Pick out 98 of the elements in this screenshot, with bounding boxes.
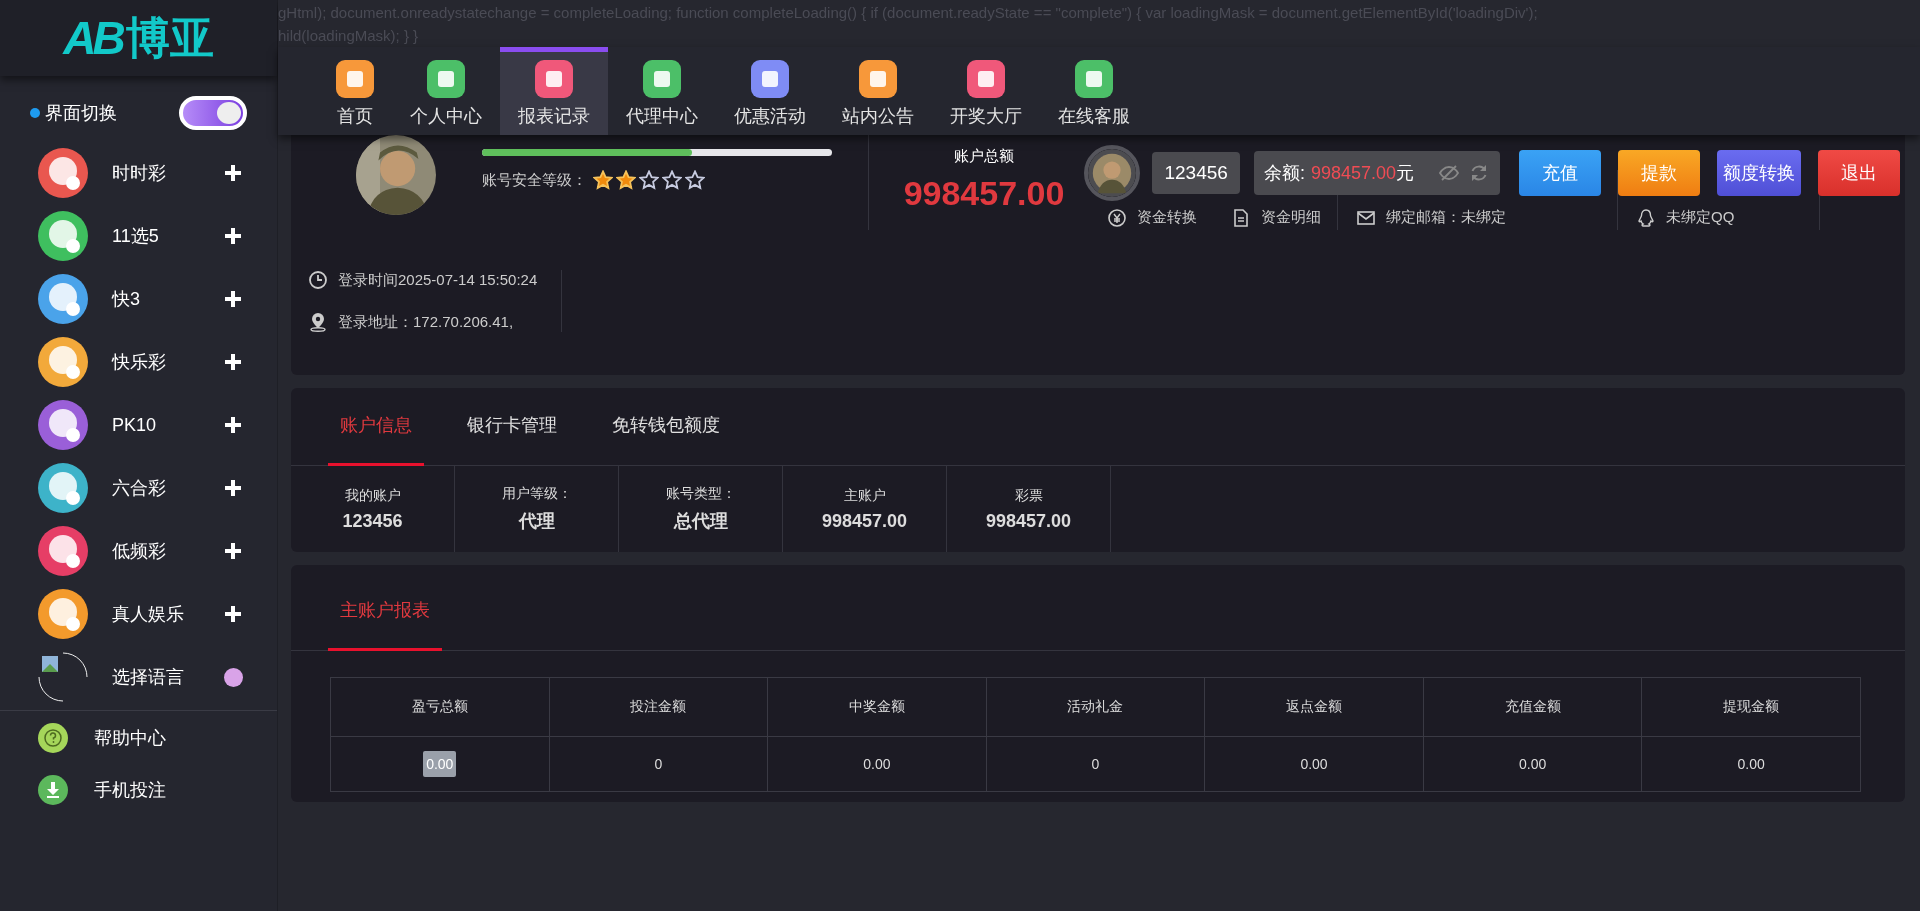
security-level-label: 账号安全等级： xyxy=(482,170,587,190)
star-icon xyxy=(616,170,636,190)
menu-item-label[interactable]: PK10 xyxy=(112,414,225,436)
hide-eye-icon[interactable] xyxy=(1438,163,1460,183)
account-link[interactable]: 资金转换 xyxy=(1137,208,1197,227)
column-header: 盈亏总额 xyxy=(330,677,550,737)
menu-item-label[interactable]: 低频彩 xyxy=(112,539,225,563)
nav-tab[interactable]: 个人中心 xyxy=(392,47,500,135)
column-header: 投注金额 xyxy=(549,677,768,737)
star-icon xyxy=(593,170,613,190)
column-header: 充值金额 xyxy=(1423,677,1642,737)
app-tile-icon xyxy=(1075,59,1113,98)
bullet-icon xyxy=(30,108,40,118)
info-label: 账号类型： xyxy=(665,485,736,503)
app-tile-icon xyxy=(427,59,465,98)
column-header: 中奖金额 xyxy=(767,677,987,737)
total-label: 账户总额 xyxy=(953,147,1015,166)
menu-item-label[interactable]: 时时彩 xyxy=(112,161,225,185)
menu-item-label[interactable]: 11选5 xyxy=(112,224,225,248)
plus-icon[interactable] xyxy=(225,291,241,307)
balance-label: 余额: xyxy=(1263,162,1305,185)
star-icon xyxy=(639,170,659,190)
menu-item-label[interactable]: 快乐彩 xyxy=(112,350,225,374)
theme-switch[interactable] xyxy=(179,96,247,130)
plus-icon[interactable] xyxy=(225,165,241,181)
broken-image-icon xyxy=(38,652,88,702)
info-label: 我的账户 xyxy=(344,486,401,505)
app-tile-icon xyxy=(859,59,897,98)
table-cell: 0.00 xyxy=(767,736,987,792)
logo[interactable]: AB博亚 xyxy=(0,0,277,76)
currency-exchange-icon xyxy=(1107,207,1127,228)
menu-item-label[interactable]: 选择语言 xyxy=(112,665,224,689)
info-value: 代理 xyxy=(518,510,555,533)
plus-icon[interactable] xyxy=(225,417,241,433)
nav-tab[interactable]: 在线客服 xyxy=(1040,47,1148,135)
account-link[interactable]: 未绑定QQ xyxy=(1666,208,1735,227)
plus-icon[interactable] xyxy=(225,228,241,244)
nav-tab[interactable]: 报表记录 xyxy=(500,47,608,135)
app-tile-icon xyxy=(643,59,681,98)
table-cell: 0 xyxy=(549,736,768,792)
document-icon xyxy=(1231,207,1251,228)
help-icon xyxy=(38,723,68,753)
toggle-label: 界面切换 xyxy=(45,102,118,125)
account-link[interactable]: 绑定邮箱：未绑定 xyxy=(1386,208,1506,227)
table-cell: 0.00 xyxy=(1423,736,1642,792)
account-link[interactable]: 资金明细 xyxy=(1261,208,1321,227)
logo-text: 博亚 xyxy=(125,11,214,64)
tab[interactable]: 账户信息 xyxy=(328,388,424,466)
plus-icon[interactable] xyxy=(225,606,241,622)
info-label: 主账户 xyxy=(843,486,886,505)
menu-item-label[interactable]: 帮助中心 xyxy=(94,726,166,750)
penguin-icon xyxy=(1636,207,1656,228)
logo-mark: AB xyxy=(63,11,122,65)
location-pin-icon xyxy=(308,312,328,332)
menu-item-label[interactable]: 手机投注 xyxy=(94,778,166,802)
tab[interactable]: 主账户报表 xyxy=(328,573,442,651)
plus-icon[interactable] xyxy=(225,354,241,370)
app-tile-icon xyxy=(336,59,374,98)
nav-tab[interactable]: 优惠活动 xyxy=(716,47,824,135)
menu-item-label[interactable]: 快3 xyxy=(112,287,225,311)
info-label: 彩票 xyxy=(1014,486,1043,505)
nav-tab[interactable]: 首页 xyxy=(318,47,392,135)
info-label: 用户等级： xyxy=(501,485,572,503)
app-tile-icon xyxy=(751,59,789,98)
column-header: 提现金额 xyxy=(1641,677,1861,737)
column-header: 返点金额 xyxy=(1204,677,1424,737)
balance-amount: 998457.00 xyxy=(1310,162,1396,184)
star-icon xyxy=(685,170,705,190)
column-header: 活动礼金 xyxy=(986,677,1205,737)
menu-item-label[interactable]: 六合彩 xyxy=(112,476,225,500)
action-button[interactable]: 退出 xyxy=(1818,150,1900,196)
plus-icon[interactable] xyxy=(225,480,241,496)
download-icon xyxy=(38,775,68,805)
account-id: 123456 xyxy=(1152,152,1240,194)
total-amount: 998457.00 xyxy=(902,174,1066,213)
star-icon xyxy=(662,170,682,190)
info-value: 998457.00 xyxy=(985,510,1072,532)
info-value: 123456 xyxy=(342,510,403,532)
info-value: 总代理 xyxy=(673,510,728,533)
table-cell: 0.00 xyxy=(330,736,550,792)
plus-icon[interactable] xyxy=(225,543,241,559)
app-tile-icon xyxy=(967,59,1005,98)
info-value: 998457.00 xyxy=(821,510,908,532)
table-cell: 0 xyxy=(986,736,1205,792)
currency-unit: 元 xyxy=(1396,162,1414,185)
nav-tab[interactable]: 代理中心 xyxy=(608,47,716,135)
nav-tab[interactable]: 站内公告 xyxy=(824,47,932,135)
table-cell: 0.00 xyxy=(1204,736,1424,792)
table-cell: 0.00 xyxy=(1641,736,1861,792)
clock-icon xyxy=(308,270,328,290)
menu-item-label[interactable]: 真人娱乐 xyxy=(112,602,225,626)
app-tile-icon xyxy=(535,59,573,98)
login-info: 登录地址：172.70.206.41, xyxy=(338,312,514,332)
action-button[interactable]: 额度转换 xyxy=(1717,150,1801,196)
login-info: 登录时间2025-07-14 15:50:24 xyxy=(338,270,538,290)
tab[interactable]: 银行卡管理 xyxy=(455,388,569,466)
nav-tab[interactable]: 开奖大厅 xyxy=(932,47,1040,135)
tab[interactable]: 免转钱包额度 xyxy=(600,388,732,466)
